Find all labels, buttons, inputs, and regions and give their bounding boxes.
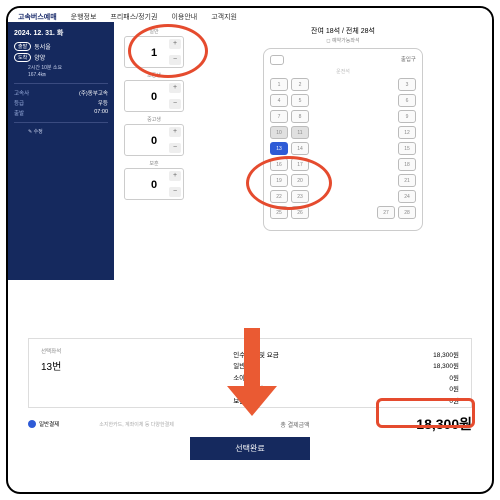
seat-19[interactable]: 19 bbox=[270, 174, 288, 187]
top-nav: 고속버스예매 운행정보 프리패스/정기권 이용안내 고객지원 bbox=[8, 8, 492, 22]
seat-25[interactable]: 25 bbox=[270, 206, 288, 219]
minus-button[interactable]: − bbox=[169, 143, 181, 153]
seat-15[interactable]: 15 bbox=[398, 142, 416, 155]
adult-count: 1 bbox=[151, 47, 157, 59]
seat-7[interactable]: 7 bbox=[270, 110, 288, 123]
plus-button[interactable]: + bbox=[169, 171, 181, 181]
trip-time: 2시간 10분 소요 bbox=[28, 64, 108, 71]
seat-22[interactable]: 22 bbox=[270, 190, 288, 203]
seat-14[interactable]: 14 bbox=[291, 142, 309, 155]
selected-seat: 13번 bbox=[41, 358, 233, 373]
origin-station: 출발동서울 bbox=[14, 42, 108, 51]
payment-method[interactable]: 일반결제 bbox=[28, 420, 59, 428]
seat-6[interactable]: 6 bbox=[398, 94, 416, 107]
seat-legend: ◻ 예약가능좌석 bbox=[202, 37, 484, 44]
seat-23[interactable]: 23 bbox=[291, 190, 309, 203]
seat-18[interactable]: 18 bbox=[398, 158, 416, 171]
trip-dist: 167.4㎞ bbox=[28, 71, 108, 78]
seat-17[interactable]: 17 bbox=[291, 158, 309, 171]
nav-item[interactable]: 이용안내 bbox=[171, 12, 197, 22]
seat-24[interactable]: 24 bbox=[398, 190, 416, 203]
dest-station: 도착양양 bbox=[14, 53, 108, 62]
seat-27[interactable]: 27 bbox=[377, 206, 395, 219]
nav-item[interactable]: 운행정보 bbox=[71, 12, 97, 22]
seat-26[interactable]: 26 bbox=[291, 206, 309, 219]
seat-11[interactable]: 11 bbox=[291, 126, 309, 139]
seat-5[interactable]: 5 bbox=[291, 94, 309, 107]
seat-4[interactable]: 4 bbox=[270, 94, 288, 107]
seat-pane: 잔여 18석 / 전체 28석 ◻ 예약가능좌석 출입구 운전석 1234567… bbox=[194, 22, 492, 280]
trip-date: 2024. 12. 31. 화 bbox=[14, 28, 108, 38]
minus-button[interactable]: − bbox=[169, 99, 181, 109]
nav-item[interactable]: 프리패스/정기권 bbox=[110, 12, 157, 22]
seat-3[interactable]: 3 bbox=[398, 78, 416, 91]
note: ✎ 수정 bbox=[28, 128, 108, 135]
seat-2[interactable]: 2 bbox=[291, 78, 309, 91]
plus-button[interactable]: + bbox=[169, 127, 181, 137]
seat-title: 잔여 18석 / 전체 28석 bbox=[202, 26, 484, 36]
nav-item[interactable]: 고속버스예매 bbox=[18, 12, 57, 22]
minus-button[interactable]: − bbox=[169, 187, 181, 197]
steering-wheel-icon bbox=[270, 55, 284, 65]
seat-12[interactable]: 12 bbox=[398, 126, 416, 139]
select-complete-button[interactable]: 선택완료 bbox=[190, 437, 310, 460]
sidebar: 2024. 12. 31. 화 출발동서울 도착양양 2시간 10분 소요 16… bbox=[8, 22, 114, 280]
seat-21[interactable]: 21 bbox=[398, 174, 416, 187]
seat-16[interactable]: 16 bbox=[270, 158, 288, 171]
seat-13[interactable]: 13 bbox=[270, 142, 288, 155]
plus-button[interactable]: + bbox=[169, 39, 181, 49]
passenger-counters: 일반+1− 초등생+0− 중고생+0− 보훈+0− bbox=[114, 22, 194, 280]
seat-20[interactable]: 20 bbox=[291, 174, 309, 187]
radio-selected-icon bbox=[28, 420, 36, 428]
plus-button[interactable]: + bbox=[169, 83, 181, 93]
seat-28[interactable]: 28 bbox=[398, 206, 416, 219]
seat-1[interactable]: 1 bbox=[270, 78, 288, 91]
total-amount: 18,300원 bbox=[416, 414, 472, 434]
summary-panel: 선택좌석 13번 인수선택 및 요금18,300원 일반 1명18,300원 소… bbox=[28, 338, 472, 408]
nav-item[interactable]: 고객지원 bbox=[211, 12, 237, 22]
seat-8[interactable]: 8 bbox=[291, 110, 309, 123]
minus-button[interactable]: − bbox=[169, 55, 181, 65]
seat-9[interactable]: 9 bbox=[398, 110, 416, 123]
bus-layout: 출입구 운전석 12345678910111213141516171819202… bbox=[263, 48, 423, 231]
seat-10[interactable]: 10 bbox=[270, 126, 288, 139]
